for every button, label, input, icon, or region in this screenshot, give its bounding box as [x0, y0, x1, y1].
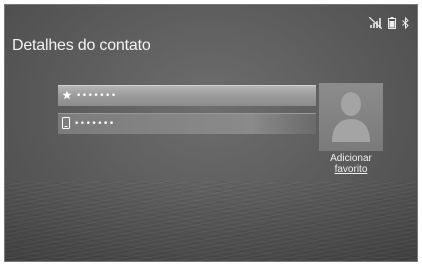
status-bar — [368, 16, 409, 34]
phone-icon — [62, 116, 70, 132]
battery-icon — [388, 16, 396, 34]
person-silhouette-icon — [328, 88, 374, 147]
page-title: Detalhes do contato — [12, 37, 151, 54]
add-favorite-button[interactable] — [319, 83, 383, 151]
contact-details-screen: Detalhes do contato ••••••• ••••••• Adic… — [4, 4, 418, 262]
add-favorite-label-line1: Adicionar — [330, 153, 372, 164]
contact-field-phone-number[interactable]: ••••••• — [58, 113, 316, 134]
add-favorite-label-line2: favorito — [334, 164, 368, 175]
phone-number-value: ••••••• — [76, 91, 117, 101]
phone-number-value: ••••••• — [74, 119, 115, 129]
add-favorite-label[interactable]: Adicionar favorito — [310, 153, 392, 175]
background-texture — [5, 181, 417, 261]
star-icon — [62, 90, 72, 103]
contact-field-favorite-number[interactable]: ••••••• — [58, 85, 316, 106]
no-signal-icon — [368, 16, 383, 34]
bluetooth-icon — [402, 16, 409, 34]
